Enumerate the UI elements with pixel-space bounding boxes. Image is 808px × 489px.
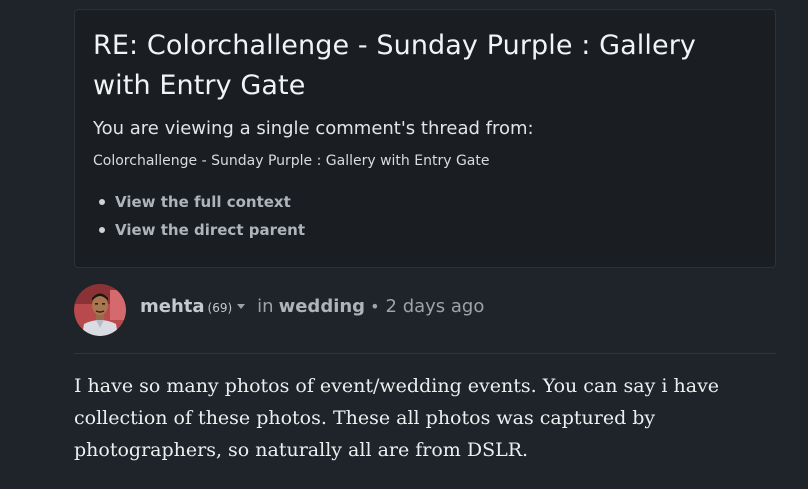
comment-body: I have so many photos of event/wedding e… (74, 375, 720, 461)
single-thread-notice: RE: Colorchallenge - Sunday Purple : Gal… (74, 9, 776, 268)
origin-post-title: Colorchallenge - Sunday Purple : Gallery… (93, 153, 490, 169)
comment-timestamp[interactable]: 2 days ago (386, 296, 485, 317)
author-name[interactable]: mehta (140, 296, 205, 317)
context-links: View the full context View the direct pa… (93, 188, 757, 244)
avatar[interactable] (74, 284, 126, 336)
chevron-down-icon[interactable] (237, 304, 246, 309)
divider (74, 353, 776, 354)
author-reputation: (69) (207, 301, 233, 315)
separator-dot: • (370, 297, 380, 316)
community-link[interactable]: wedding (279, 296, 365, 317)
list-item: View the direct parent (97, 216, 757, 244)
comment-meta: mehta (69) in wedding • 2 days ago (140, 296, 484, 324)
bullet-icon (99, 227, 105, 233)
in-label: in (257, 296, 274, 317)
user-avatar-icon (74, 284, 126, 336)
comment-header: mehta (69) in wedding • 2 days ago (74, 284, 776, 338)
view-full-context-link[interactable]: View the full context (115, 193, 291, 211)
list-item: View the full context (97, 188, 757, 216)
thread-title: RE: Colorchallenge - Sunday Purple : Gal… (93, 30, 696, 101)
view-direct-parent-link[interactable]: View the direct parent (115, 221, 305, 239)
bullet-icon (99, 199, 105, 205)
page: RE: Colorchallenge - Sunday Purple : Gal… (0, 0, 808, 489)
thread-intro-text: You are viewing a single comment's threa… (93, 118, 534, 139)
